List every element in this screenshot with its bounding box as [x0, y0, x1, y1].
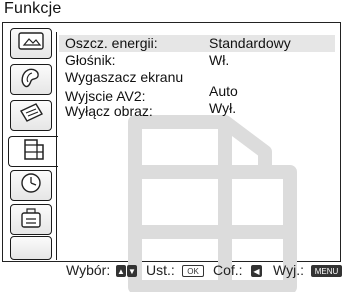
menu-row-speaker[interactable]: Głośnik: Wł. [57, 52, 337, 69]
up-down-arrow-icon: ▲ [116, 265, 126, 277]
back-hint-label: Cof.: [213, 262, 243, 278]
menu-row-label: Oszcz. energii: [65, 35, 158, 51]
features-icon [19, 137, 49, 166]
down-arrow-icon: ▼ [127, 265, 137, 277]
menu-row-picture-off[interactable]: Wyłącz obraz: Wył. [57, 100, 337, 120]
sound-icon [16, 65, 46, 94]
ok-hint-label: Ust.: [146, 262, 175, 278]
select-hint-label: Wybór: [66, 262, 111, 278]
menu-row-label: Wyłącz obraz: [65, 103, 153, 119]
screen-icon [16, 101, 46, 130]
menu-row-label: Wygaszacz ekranu [65, 69, 184, 85]
menu-key-icon: MENU [311, 265, 342, 277]
page-title: Funkcje [4, 0, 62, 17]
menu-row-value: Standardowy [209, 35, 291, 51]
menu-row-av2-output[interactable]: Wyjscie AV2: Auto [57, 83, 337, 104]
tab-sound[interactable] [10, 64, 52, 95]
footer-hints: Wybór: ▲ ▼ Ust.: OK Cof.: ◀ Wyj.: MENU [0, 260, 345, 279]
timer-icon [16, 171, 46, 200]
tab-features[interactable] [8, 136, 58, 167]
setup-icon [16, 205, 46, 234]
ok-key-icon: OK [182, 265, 204, 277]
menu-row-label: Głośnik: [65, 52, 116, 68]
menu-content: Oszcz. energii: Standardowy Głośnik: Wł.… [56, 32, 338, 292]
picture-icon [16, 29, 46, 58]
tab-empty [10, 236, 52, 260]
exit-hint-label: Wyj.: [273, 262, 304, 278]
tab-screen[interactable] [10, 100, 52, 131]
back-arrow-icon: ◀ [251, 265, 262, 277]
tab-setup[interactable] [10, 204, 52, 235]
menu-row-value: Wł. [209, 52, 230, 68]
menu-row-energy-saving[interactable]: Oszcz. energii: Standardowy [57, 35, 337, 52]
tab-picture[interactable] [10, 28, 52, 59]
menu-row-screensaver[interactable]: Wygaszacz ekranu [57, 69, 337, 86]
tab-timer[interactable] [10, 170, 52, 201]
sidebar [2, 22, 58, 262]
menu-row-value: Wył. [209, 100, 237, 116]
menu-row-value: Auto [209, 83, 238, 99]
